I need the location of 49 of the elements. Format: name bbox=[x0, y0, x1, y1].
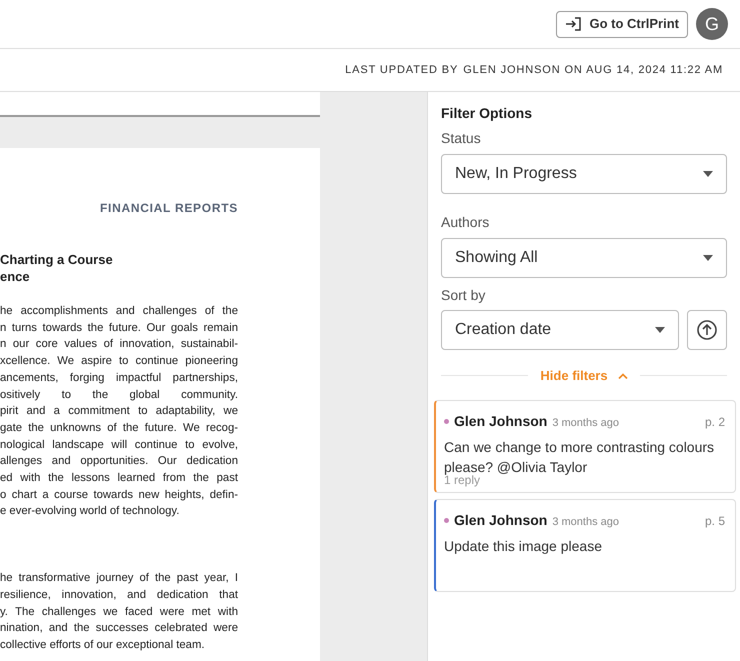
body-text-line: xcellence. We aspire to continue pioneering bbox=[0, 354, 238, 370]
last-updated-value: GLEN JOHNSON ON AUG 14, 2024 11:22 AM bbox=[463, 62, 723, 78]
body-text-line: resilience, innovation, and dedication that bbox=[0, 588, 238, 603]
sign-in-icon bbox=[565, 17, 582, 31]
body-text-line: nination, and the successes celebrated were bbox=[0, 621, 238, 636]
body-text-line: he transformative journey of the past year, I bbox=[0, 571, 238, 586]
body-text-line: e ever-evolving world of technology. bbox=[0, 504, 180, 520]
body-text-line: n our core values of innovation, sustainabil- bbox=[0, 337, 238, 352]
caret-icon bbox=[703, 255, 713, 261]
user-avatar[interactable]: G bbox=[696, 8, 728, 40]
title-line: ence bbox=[0, 268, 31, 285]
section-heading: FINANCIAL REPORTS bbox=[98, 200, 238, 217]
filter-options-title: Filter Options bbox=[441, 104, 533, 123]
filter-label: Authors bbox=[441, 213, 490, 232]
body-text-line: allenges and opportunities. Our dedication bbox=[0, 454, 238, 470]
sort-direction-button[interactable] bbox=[687, 310, 727, 350]
filter-dropdown[interactable]: Showing All bbox=[441, 238, 727, 278]
page-number: p. 2 bbox=[704, 414, 725, 430]
body-text-line: o chart a course towards new heights, defin- bbox=[0, 488, 238, 503]
comment-text: Update this image please bbox=[444, 536, 603, 556]
body-text-line: n turns towards the future. Our goals remain bbox=[0, 320, 238, 336]
body-text-line: gate the unknowns of the future. We recog- bbox=[0, 420, 238, 436]
comment-author: Glen Johnson bbox=[454, 510, 548, 530]
last-updated-label: LAST UPDATED BY bbox=[345, 62, 458, 78]
body-text-line: ed with the lessons learned from the past bbox=[0, 471, 238, 486]
filter-dropdown[interactable]: New, In Progress bbox=[441, 154, 727, 194]
body-text-line: ositively to the global community. bbox=[0, 388, 238, 403]
caret-icon bbox=[703, 171, 713, 177]
comment-card[interactable]: Glen Johnson 3 months ago p. 5 Update this image please bbox=[434, 498, 736, 592]
body-text-line: pirit and a commitment to adaptability, we bbox=[0, 404, 238, 420]
body-text-line: he accomplishments and challenges of the bbox=[0, 304, 238, 319]
title-line: Charting a Course bbox=[0, 251, 114, 268]
body-text-line: y. The challenges we faced were met with bbox=[0, 604, 238, 620]
comment-time: 3 months ago bbox=[552, 514, 619, 530]
body-text-line: ancements, forging impactful partnerships, bbox=[0, 370, 238, 386]
comment-text: Can we change to more contrasting colours please? @Olivia Taylor bbox=[444, 438, 716, 475]
comment-author: Glen Johnson bbox=[454, 412, 548, 430]
body-text-line: collective efforts of our exceptional team. bbox=[0, 638, 206, 653]
sort-by-label: Sort by bbox=[441, 286, 486, 305]
body-text-line: nological landscape will continue to evolve, bbox=[0, 438, 238, 453]
comment-time: 3 months ago bbox=[552, 416, 619, 430]
page-number: p. 5 bbox=[704, 512, 725, 530]
caret-icon bbox=[655, 327, 665, 333]
sort-dropdown[interactable]: Creation date bbox=[441, 310, 679, 350]
filter-label: Status bbox=[441, 129, 482, 148]
go-to-ctrlprint-button[interactable]: Go to CtrlPrint bbox=[556, 10, 688, 38]
chevron-up-icon bbox=[618, 372, 628, 379]
comment-card[interactable]: Glen Johnson 3 months ago p. 2 Can we change to more contrasting colours please? @Olivia Taylor 1 reply bbox=[434, 400, 736, 492]
up-arrow-circle-icon bbox=[697, 320, 717, 340]
